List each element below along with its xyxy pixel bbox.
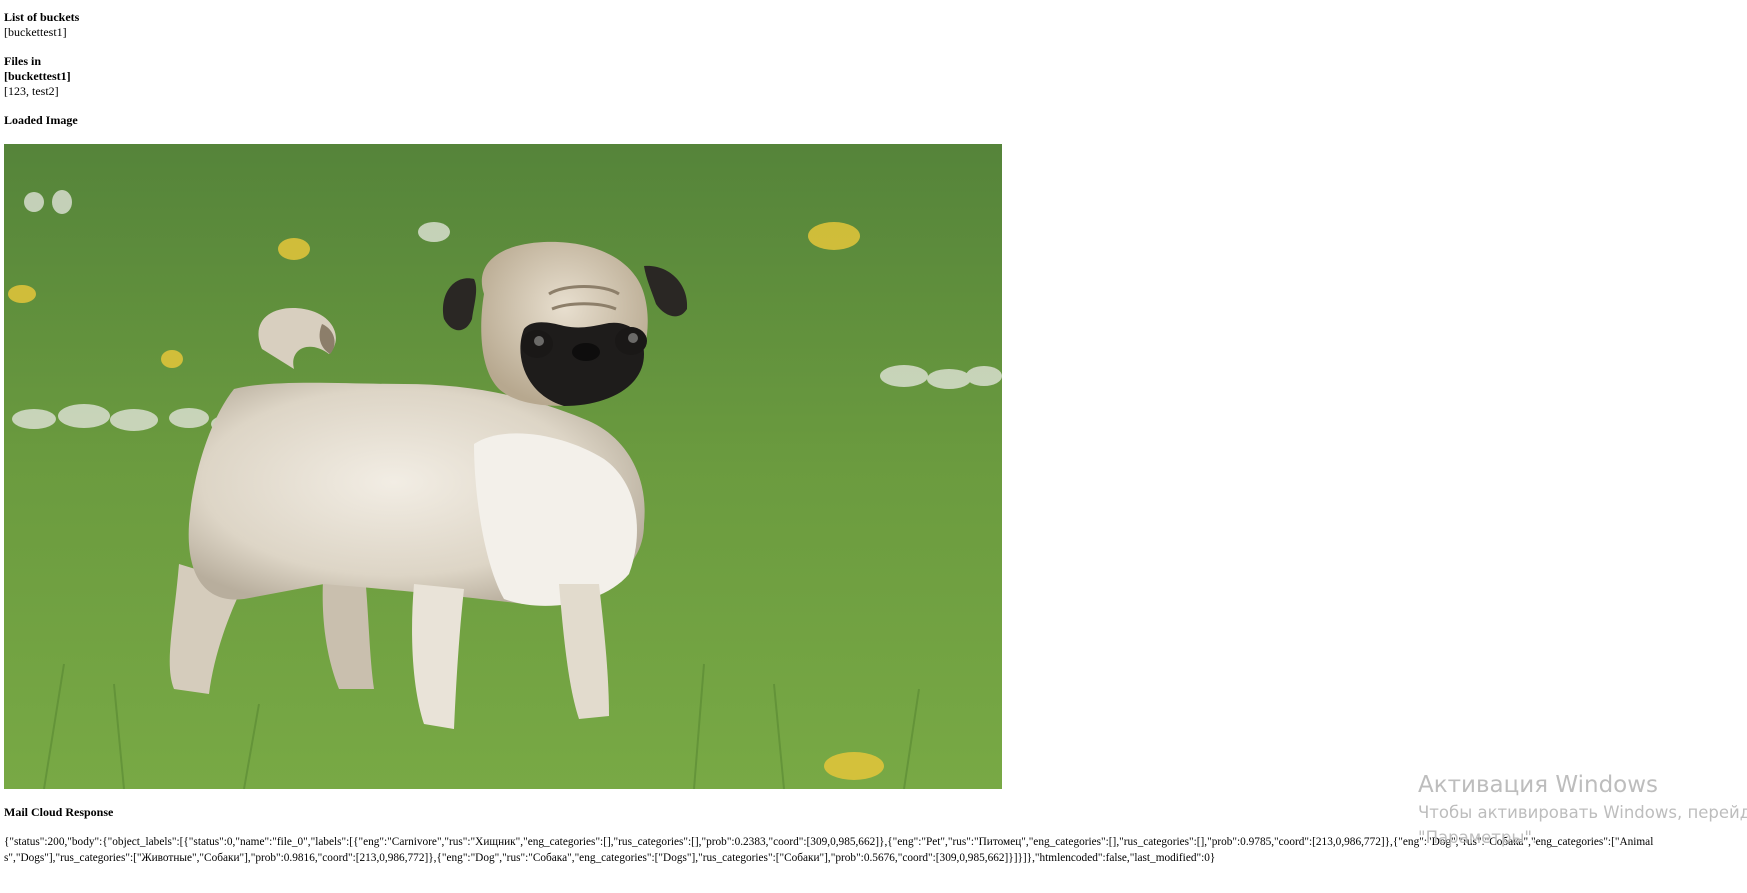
watermark-line1: Чтобы активировать Windows, перейди [1418, 803, 1747, 822]
loaded-image [4, 144, 1002, 789]
buckets-list: [buckettest1] [4, 25, 67, 39]
files-list: [123, test2] [4, 84, 59, 98]
watermark-line2: "Параметры". [1418, 828, 1538, 847]
files-heading: Files in [4, 54, 42, 68]
watermark-title: Активация Windows [1418, 772, 1659, 798]
pug-dog-photo [4, 144, 1002, 789]
buckets-heading: List of buckets [4, 10, 80, 24]
files-bucket-name: [buckettest1] [4, 69, 71, 83]
page-content: List of buckets [buckettest1] Files in [… [4, 10, 1744, 866]
windows-activation-watermark: Активация Windows Чтобы активировать Win… [1418, 770, 1747, 850]
response-json: {"status":200,"body":{"object_labels":[{… [4, 836, 1654, 864]
loaded-image-heading: Loaded Image [4, 113, 78, 127]
